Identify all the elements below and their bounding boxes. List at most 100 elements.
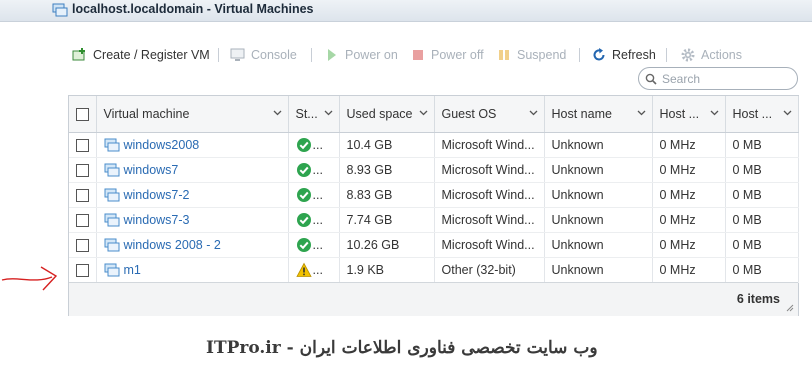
window-titlebar: localhost.localdomain - Virtual Machines [0,0,812,22]
console-button[interactable]: Console [230,44,297,66]
row-checkbox[interactable] [75,238,89,252]
play-icon [324,47,340,63]
status-text: ... [312,262,323,277]
window-title: localhost.localdomain - Virtual Machines [72,2,314,16]
column-label: Host name [551,106,612,121]
virtual-machine-icon [52,3,68,17]
host-cpu-cell: 0 MHz [652,132,726,158]
column-header-guest-os[interactable]: Guest OS [434,96,545,133]
host-memory-cell: 0 MB [725,232,799,258]
site-watermark: ITPro.ir - وب سایت تخصصی فناوری اطلاعات … [206,338,598,358]
chevron-down-icon [529,110,537,116]
row-checkbox[interactable] [75,188,89,202]
guest-os-cell: Other (32-bit) [434,257,545,283]
power-on-button[interactable]: Power on [324,44,398,66]
status-ok-icon [296,137,311,152]
table-row[interactable]: windows2008 ... 10.4 GB Microsoft Wind..… [69,132,799,158]
column-label: Host ... [732,106,773,121]
actions-button[interactable]: Actions [680,44,742,66]
vm-name-cell: windows7 [96,157,289,183]
vm-name-link[interactable]: windows7-3 [124,213,190,227]
power-off-button[interactable]: Power off [410,44,484,66]
table-row[interactable]: windows 2008 - 2 ... 10.26 GB Microsoft … [69,232,799,258]
toolbar-divider [579,48,580,62]
refresh-button[interactable]: Refresh [591,44,656,66]
row-select-cell [69,207,97,233]
item-count: 6 items [736,292,780,306]
power-on-label: Power on [345,48,398,62]
row-checkbox[interactable] [75,163,89,177]
row-select-cell [69,257,97,283]
used-space-cell: 1.9 KB [339,257,435,283]
row-select-cell [69,232,97,258]
vm-name-cell: windows7-3 [96,207,289,233]
vm-name-link[interactable]: windows2008 [124,138,200,152]
row-checkbox[interactable] [75,213,89,227]
create-vm-icon [72,47,88,63]
used-space-cell: 10.4 GB [339,132,435,158]
suspend-label: Suspend [517,48,567,62]
vm-name-link[interactable]: windows 2008 - 2 [124,238,221,252]
host-name-cell: Unknown [544,132,653,158]
row-checkbox[interactable] [75,138,89,152]
power-off-label: Power off [431,48,484,62]
chevron-down-icon [419,110,427,116]
guest-os-cell: Microsoft Wind... [434,132,545,158]
table-row[interactable]: windows7-2 ... 8.83 GB Microsoft Wind...… [69,182,799,208]
create-register-vm-label: Create / Register VM [93,48,210,62]
column-label: Virtual machine [103,106,190,121]
refresh-label: Refresh [612,48,656,62]
used-space-cell: 8.93 GB [339,157,435,183]
vm-name-link[interactable]: m1 [124,263,141,277]
toolbar-divider [666,48,667,62]
host-memory-cell: 0 MB [725,207,799,233]
vm-name-link[interactable]: windows7 [124,163,179,177]
create-register-vm-button[interactable]: Create / Register VM [72,44,210,66]
column-header-host-cpu[interactable]: Host ... [652,96,726,133]
status-cell: ... [288,157,340,183]
column-header-virtual-machine[interactable]: Virtual machine [96,96,289,133]
status-text: ... [312,212,323,227]
column-header-host-memory[interactable]: Host ... [725,96,799,133]
vm-name-link[interactable]: windows7-2 [124,188,190,202]
status-text: ... [312,162,323,177]
guest-os-cell: Microsoft Wind... [434,207,545,233]
column-header-used-space[interactable]: Used space [339,96,435,133]
status-text: ... [312,137,323,152]
search-input[interactable] [660,70,790,87]
table-row[interactable]: windows7-3 ... 7.74 GB Microsoft Wind...… [69,207,799,233]
table-row[interactable]: windows7 ... 8.93 GB Microsoft Wind... U… [69,157,799,183]
used-space-cell: 10.26 GB [339,232,435,258]
resize-grip-icon[interactable] [786,304,794,312]
search-box[interactable] [638,67,798,90]
host-cpu-cell: 0 MHz [652,232,726,258]
column-label: Guest OS [441,106,497,121]
row-select-cell [69,157,97,183]
virtual-machine-icon [104,213,119,226]
row-checkbox[interactable] [75,263,89,277]
host-memory-cell: 0 MB [725,132,799,158]
host-name-cell: Unknown [544,207,653,233]
host-memory-cell: 0 MB [725,157,799,183]
status-cell: ... [288,132,340,158]
host-cpu-cell: 0 MHz [652,157,726,183]
pause-icon [496,47,512,63]
column-label: Host ... [659,106,700,121]
guest-os-cell: Microsoft Wind... [434,182,545,208]
status-ok-icon [296,237,311,252]
status-text: ... [312,187,323,202]
select-all-checkbox[interactable] [75,107,89,121]
status-cell: ... [288,257,340,283]
guest-os-cell: Microsoft Wind... [434,157,545,183]
host-cpu-cell: 0 MHz [652,182,726,208]
table-row[interactable]: m1 ... 1.9 KB Other (32-bit) Unknown 0 M… [69,257,799,283]
host-memory-cell: 0 MB [725,257,799,283]
vm-name-cell: windows7-2 [96,182,289,208]
annotation-arrow-icon [1,266,58,291]
suspend-button[interactable]: Suspend [496,44,566,66]
column-header-host-name[interactable]: Host name [544,96,653,133]
status-ok-icon [296,212,311,227]
vm-table: Virtual machine St... Used space Guest O… [69,96,799,283]
refresh-icon [591,47,607,63]
column-header-status[interactable]: St... [288,96,340,133]
